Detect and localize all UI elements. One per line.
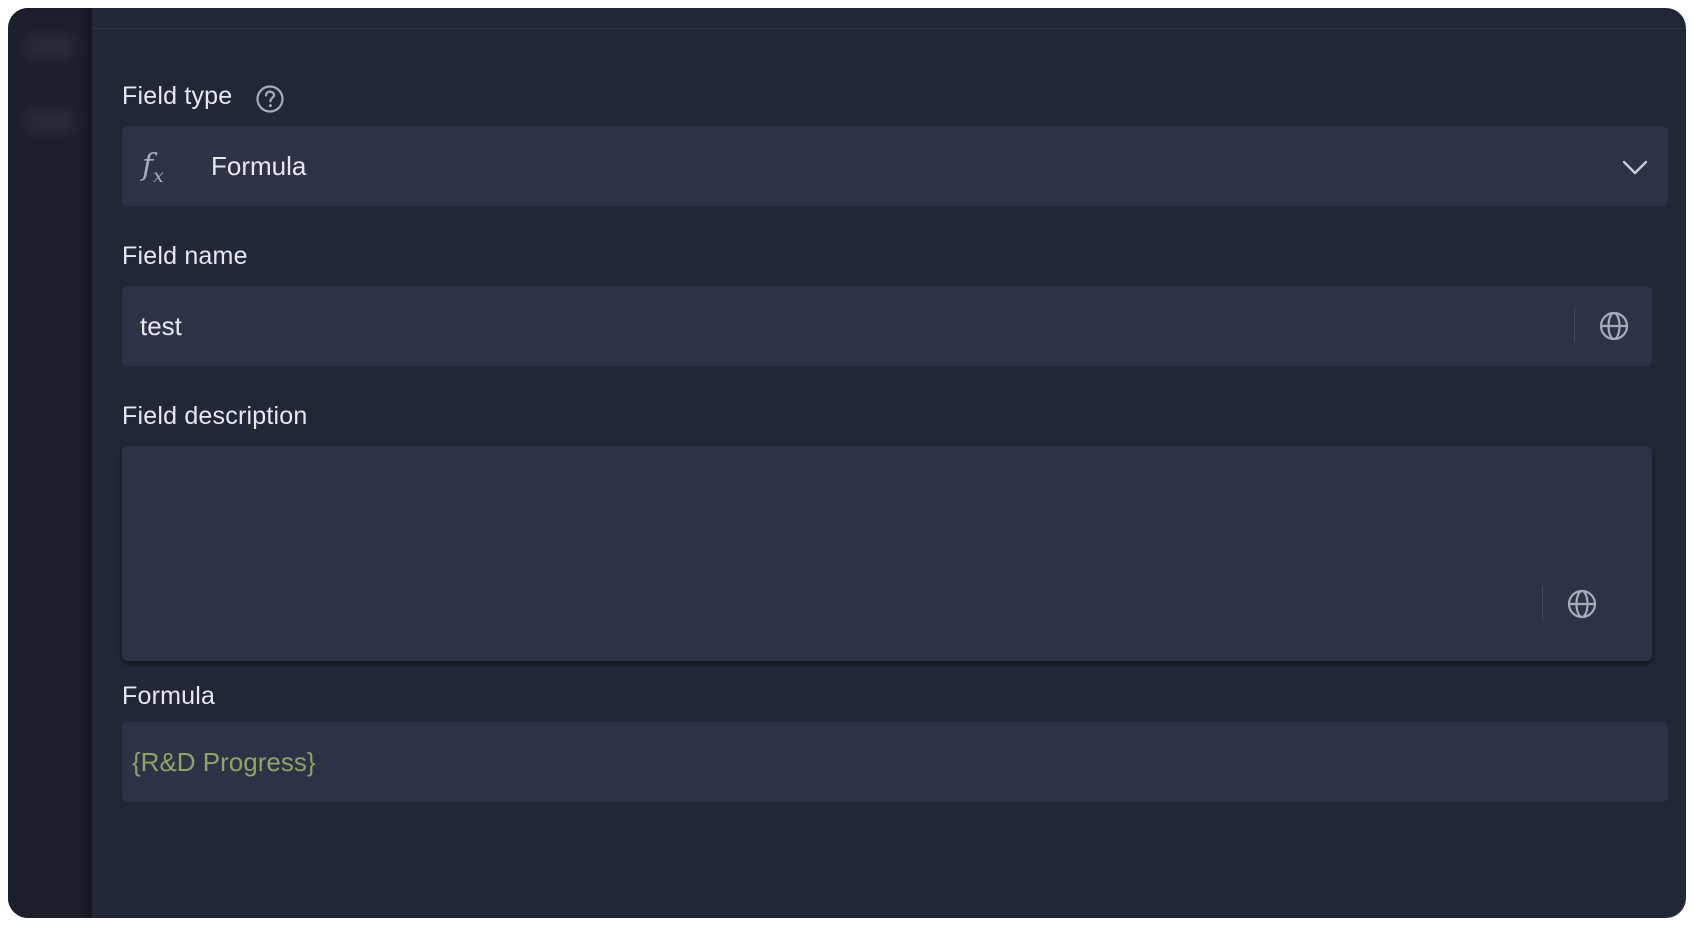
field-name-input[interactable]: test: [122, 286, 1652, 366]
field-name-separator: [1574, 308, 1575, 342]
header-divider: [92, 28, 1686, 29]
field-type-select[interactable]: fx Formula: [122, 126, 1668, 206]
field-type-label: Field type: [122, 82, 233, 110]
field-description-textarea[interactable]: [122, 446, 1652, 661]
globe-icon[interactable]: [1598, 310, 1630, 342]
formula-editor[interactable]: {R&D Progress}: [122, 722, 1668, 802]
question-circle-icon[interactable]: [255, 84, 285, 114]
sidebar-blurred-item: [22, 34, 76, 60]
sidebar-strip: [8, 8, 90, 918]
field-name-label: Field name: [122, 242, 248, 270]
sidebar-divider: [90, 8, 92, 918]
function-fx-icon: fx: [142, 148, 164, 187]
field-type-selected-value: Formula: [211, 151, 307, 181]
field-editor-panel: Field type fx Formula Field name test Fi…: [8, 8, 1686, 918]
globe-icon[interactable]: [1566, 588, 1598, 620]
chevron-down-icon[interactable]: [1620, 152, 1650, 182]
field-name-value[interactable]: test: [140, 310, 182, 342]
sidebar-blurred-item: [22, 108, 76, 134]
formula-value[interactable]: {R&D Progress}: [132, 746, 316, 778]
field-description-label: Field description: [122, 402, 308, 430]
field-description-separator: [1542, 586, 1543, 620]
formula-label: Formula: [122, 682, 216, 710]
